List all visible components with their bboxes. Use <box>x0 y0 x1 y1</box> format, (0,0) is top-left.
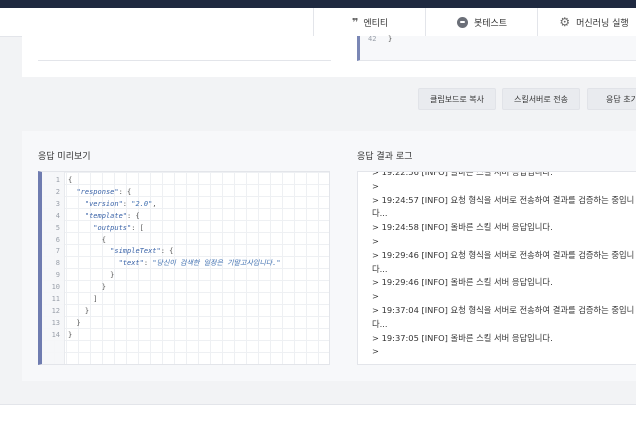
line-number: 12 <box>51 306 60 315</box>
code-text: "version": "2.0", <box>84 199 157 208</box>
response-preview-editor[interactable]: 1{2 "response": {3 "version": "2.0", 4 "t… <box>38 171 330 365</box>
log-line: > 19:29:46 [INFO] 요청 형식을 서버로 전송하여 결과를 검증… <box>372 249 635 274</box>
code-text: } <box>388 35 393 43</box>
line-number: 8 <box>55 259 60 268</box>
tab-machine-learning[interactable]: ⚙ 머신러닝 실행 <box>537 8 636 36</box>
line-number: 11 <box>51 295 60 303</box>
code-text: "response": { <box>76 187 132 196</box>
line-number: 1 <box>55 176 60 184</box>
log-line: > <box>372 346 379 357</box>
code-text: } <box>68 306 90 315</box>
code-line: 8 "text": "당신이 검색한 일정은 기말고사입니다." <box>42 257 329 269</box>
code-line: 10 } <box>42 281 329 293</box>
code-line: 11 ] <box>42 293 329 305</box>
log-line: > <box>372 235 379 246</box>
bot-icon <box>456 16 468 28</box>
line-number: 13 <box>51 318 60 327</box>
line-number: 7 <box>55 247 60 256</box>
reset-response-button[interactable]: 응답 초기 <box>587 88 636 110</box>
log-line: > 19:29:46 [INFO] 올바른 스킬 서버 응답입니다. <box>372 277 553 288</box>
code-line: 7 "simpleText": { <box>42 245 329 257</box>
response-panel: 응답 미리보기 응답 결과 로그 1{2 "response": {3 "ver… <box>22 131 636 381</box>
code-line: 9 } <box>42 269 329 281</box>
code-text: "simpleText": { <box>110 247 174 256</box>
code-text: } <box>68 271 115 280</box>
code-text: "template": { <box>84 211 140 220</box>
code-line: 12 } <box>42 305 329 317</box>
copy-clipboard-button[interactable]: 클립보드로 복사 <box>418 88 496 110</box>
code-text: } <box>68 318 81 327</box>
line-number: 3 <box>55 199 60 208</box>
log-line: > 19:24:58 [INFO] 올바른 스킬 서버 응답입니다. <box>372 222 553 233</box>
footer-area <box>0 404 636 434</box>
tab-label: 봇테스트 <box>473 18 508 29</box>
line-number: 14 <box>51 330 60 339</box>
code-line: 4 "template": { <box>42 210 329 222</box>
code-line: 13 } <box>42 317 329 329</box>
line-number: 6 <box>55 235 60 244</box>
code-text: } <box>68 283 106 292</box>
header-tabs: ❞ 엔티티 봇테스트 ⚙ 머신러닝 실행 <box>0 8 636 37</box>
request-editor[interactable]: 42 } <box>357 35 636 61</box>
code-text: } <box>68 330 73 339</box>
code-text: { <box>68 176 73 184</box>
line-number: 9 <box>55 271 60 280</box>
tab-label: 머신러닝 실행 <box>576 18 629 29</box>
line-number: 2 <box>55 187 60 196</box>
code-line: 1{ <box>42 174 329 186</box>
gear-icon: ⚙ <box>559 15 571 29</box>
log-line: > <box>372 291 379 302</box>
line-number: 42 <box>368 35 377 43</box>
log-line: > 19:37:05 [INFO] 올바른 스킬 서버 응답입니다. <box>372 332 553 343</box>
quote-icon: ❞ <box>351 15 359 29</box>
preview-title: 응답 미리보기 <box>38 152 91 162</box>
code-text: "outputs": [ <box>93 223 144 232</box>
log-line: > 19:24:57 [INFO] 요청 형식을 서버로 전송하여 결과를 검증… <box>372 194 635 219</box>
log-line: > 19:37:04 [INFO] 요청 형식을 서버로 전송하여 결과를 검증… <box>372 304 635 329</box>
code-text: "text": "당신이 검색한 일정은 기말고사입니다." <box>118 259 281 268</box>
code-text: { <box>68 235 106 244</box>
send-to-skill-server-button[interactable]: 스킬서버로 전송 <box>502 88 580 110</box>
line-number: 5 <box>55 223 60 232</box>
log-content: > 19:22:56 [INFO] 올바른 스킬 서버 응답입니다. > > 19:… <box>372 171 636 359</box>
input-underline <box>38 60 331 61</box>
top-bar <box>0 0 636 8</box>
log-title: 응답 결과 로그 <box>357 152 413 162</box>
response-log[interactable]: > 19:22:56 [INFO] 올바른 스킬 서버 응답입니다. > > 19:… <box>357 171 636 365</box>
code-line: 6 { <box>42 234 329 246</box>
line-number: 4 <box>55 211 60 220</box>
tab-label: 엔티티 <box>363 18 389 29</box>
code-text: ] <box>68 295 98 303</box>
log-line: > 19:22:56 [INFO] 올바른 스킬 서버 응답입니다. <box>372 171 553 177</box>
line-number: 10 <box>51 283 60 292</box>
tab-entity[interactable]: ❞ 엔티티 <box>313 8 426 36</box>
code-line: 14} <box>42 329 329 341</box>
code-line: 5 "outputs": [ <box>42 222 329 234</box>
log-line: > <box>372 180 379 191</box>
request-card: 42 } <box>22 35 636 77</box>
code-line: 3 "version": "2.0", <box>42 198 329 210</box>
tab-bot-test[interactable]: 봇테스트 <box>425 8 538 36</box>
code-line: 2 "response": { <box>42 186 329 198</box>
